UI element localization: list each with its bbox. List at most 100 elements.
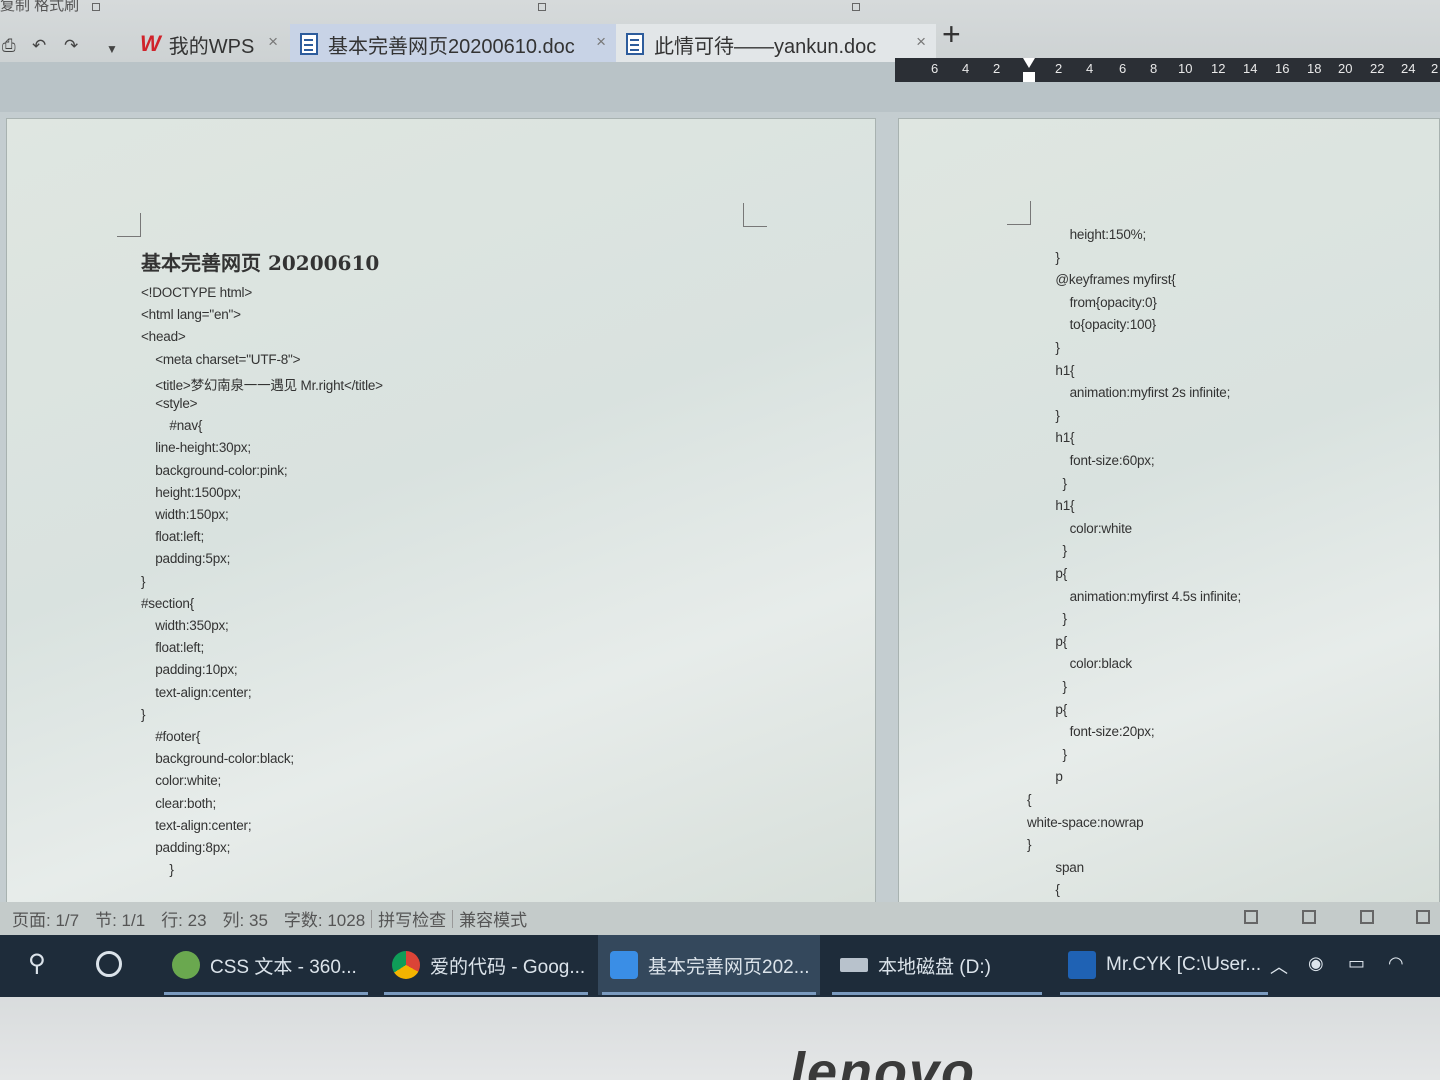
code-line: <style> — [141, 396, 198, 411]
tab-document-active[interactable]: 基本完善网页20200610.doc × — [290, 24, 616, 64]
code-line: } — [1027, 543, 1068, 559]
code-line: text-align:center; — [141, 684, 252, 700]
code-line: p{ — [1027, 701, 1068, 717]
quick-access-dropdown-icon[interactable]: ▼ — [106, 42, 118, 56]
indent-marker-icon[interactable] — [1023, 58, 1035, 82]
taskbar-item-360-browser[interactable]: CSS 文本 - 360... — [160, 935, 372, 995]
close-icon[interactable]: × — [916, 32, 926, 52]
code-line: #footer{ — [141, 729, 201, 744]
chrome-icon — [392, 951, 420, 979]
code-line: p{ — [1027, 633, 1068, 649]
code-line: } — [1027, 340, 1060, 355]
spell-check-button[interactable]: 拼写检查 — [378, 906, 446, 931]
code-line: } — [141, 862, 174, 878]
document-page-1[interactable]: 基本完善网页 20200610 <!DOCTYPE html> <html lan… — [6, 118, 876, 918]
wifi-icon[interactable]: ◠ — [1388, 953, 1404, 974]
document-title: 基本完善网页 20200610 — [141, 251, 380, 275]
ruler-tick: 2 — [1055, 61, 1063, 76]
taskbar-item-label: Mr.CYK [C:\User... — [1106, 954, 1262, 975]
ruler-tick: 6 — [931, 61, 939, 76]
code-line: } — [1027, 407, 1060, 423]
360-browser-icon — [172, 951, 200, 979]
laptop-brand-logo: lenovo — [790, 1042, 977, 1080]
taskbar-item-chrome[interactable]: 爱的代码 - Goog... — [380, 935, 592, 995]
taskbar-item-webstorm[interactable]: Mr.CYK [C:\User... — [1056, 935, 1272, 995]
code-line: { — [1027, 792, 1032, 807]
code-line: } — [141, 573, 146, 589]
code-line: } — [1027, 611, 1068, 627]
code-line: animation:myfirst 2s infinite; — [1027, 385, 1231, 401]
tab-label: 基本完善网页20200610.doc — [328, 35, 575, 58]
code-line: <meta charset="UTF-8"> — [141, 351, 301, 367]
restore-icon[interactable] — [852, 3, 860, 11]
ruler-tick: 6 — [1119, 61, 1127, 76]
code-line: <title>梦幻南泉一一遇见 Mr.right</title> — [141, 377, 383, 393]
status-page[interactable]: 页面: 1/7 — [12, 906, 79, 931]
page-view-icon[interactable] — [1302, 910, 1316, 924]
ruler-tick: 10 — [1178, 61, 1193, 76]
new-tab-button[interactable]: + — [942, 16, 961, 53]
close-icon[interactable]: × — [268, 32, 278, 52]
code-line: width:350px; — [141, 618, 229, 633]
margin-corner-mark — [117, 213, 141, 237]
status-word-count[interactable]: 字数: 1028 — [284, 906, 365, 931]
taskbar-item-explorer[interactable]: 本地磁盘 (D:) — [828, 935, 1046, 995]
tab-my-wps[interactable]: W 我的WPS × — [130, 24, 288, 64]
horizontal-ruler[interactable]: 6 4 2 2 4 6 8 10 12 14 16 18 20 22 24 2 — [895, 58, 1440, 82]
ruler-tick: 24 — [1401, 61, 1416, 76]
full-screen-icon[interactable] — [1244, 910, 1258, 924]
code-line: h1{ — [1027, 430, 1075, 446]
redo-icon[interactable]: ↷ — [64, 36, 78, 56]
code-line: padding:10px; — [141, 662, 238, 678]
windows-taskbar: ⚲ CSS 文本 - 360... 爱的代码 - Goog... 基本完善网页2… — [0, 935, 1440, 997]
web-view-icon[interactable] — [1416, 910, 1430, 924]
search-icon[interactable]: ⚲ — [28, 949, 46, 978]
code-line: float:left; — [141, 640, 205, 656]
chevron-up-icon[interactable]: ︿ — [1270, 953, 1288, 979]
ruler-tick: 12 — [1211, 61, 1226, 76]
ruler-tick: 18 — [1307, 61, 1322, 76]
tab-document[interactable]: 此情可待——yankun.doc × — [616, 24, 936, 64]
code-line: color:black — [1027, 656, 1133, 672]
undo-icon[interactable]: ↶ — [32, 36, 46, 56]
ruler-tick: 2 — [1431, 61, 1439, 76]
code-line: } — [1027, 679, 1068, 694]
print-preview-icon[interactable]: ⎙ — [2, 36, 16, 56]
webstorm-icon — [1068, 951, 1096, 979]
code-line: #nav{ — [141, 418, 203, 434]
taskbar-item-label: 爱的代码 - Goog... — [430, 956, 586, 978]
drive-icon — [840, 958, 868, 972]
code-line: h1{ — [1027, 362, 1075, 378]
document-page-2[interactable]: height:150%; } @keyframes myfirst{ from{… — [898, 118, 1440, 918]
code-line: <html lang="en"> — [141, 307, 241, 323]
battery-icon[interactable]: ▭ — [1348, 953, 1365, 974]
code-line: color:white — [1027, 520, 1133, 536]
ruler-tick: 2 — [993, 61, 1001, 76]
title-tab-bar: 复制 格式刷 ⎙ ↶ ↷ ▼ W 我的WPS × 基本完善网页20200610.… — [0, 0, 1440, 64]
cortana-icon[interactable] — [96, 951, 122, 977]
code-line: font-size:20px; — [1027, 724, 1155, 740]
taskbar-item-wps-writer[interactable]: 基本完善网页202... — [598, 935, 820, 995]
ruler-tick: 4 — [962, 61, 970, 76]
code-line: #section{ — [141, 595, 194, 611]
status-row: 行: 23 — [161, 911, 207, 930]
code-line: background-color:pink; — [141, 462, 288, 478]
restore-icon[interactable] — [538, 3, 546, 11]
code-line: <head> — [141, 329, 186, 345]
ruler-tick: 22 — [1370, 61, 1385, 76]
ruler-tick: 14 — [1243, 61, 1258, 76]
outline-view-icon[interactable] — [1360, 910, 1374, 924]
code-line: height:150%; — [1027, 227, 1147, 242]
margin-corner-mark — [1007, 201, 1031, 225]
code-line: span — [1027, 859, 1084, 875]
doc-icon — [300, 33, 318, 55]
restore-icon[interactable] — [92, 3, 100, 11]
code-line: } — [1027, 249, 1060, 265]
code-line: text-align:center; — [141, 817, 252, 833]
ruler-tick: 4 — [1086, 61, 1094, 76]
code-line: } — [141, 706, 146, 722]
ruler-tick: 16 — [1275, 61, 1290, 76]
security-tray-icon[interactable]: ◉ — [1308, 953, 1324, 974]
close-icon[interactable]: × — [596, 32, 606, 52]
code-line: p{ — [1027, 566, 1068, 581]
